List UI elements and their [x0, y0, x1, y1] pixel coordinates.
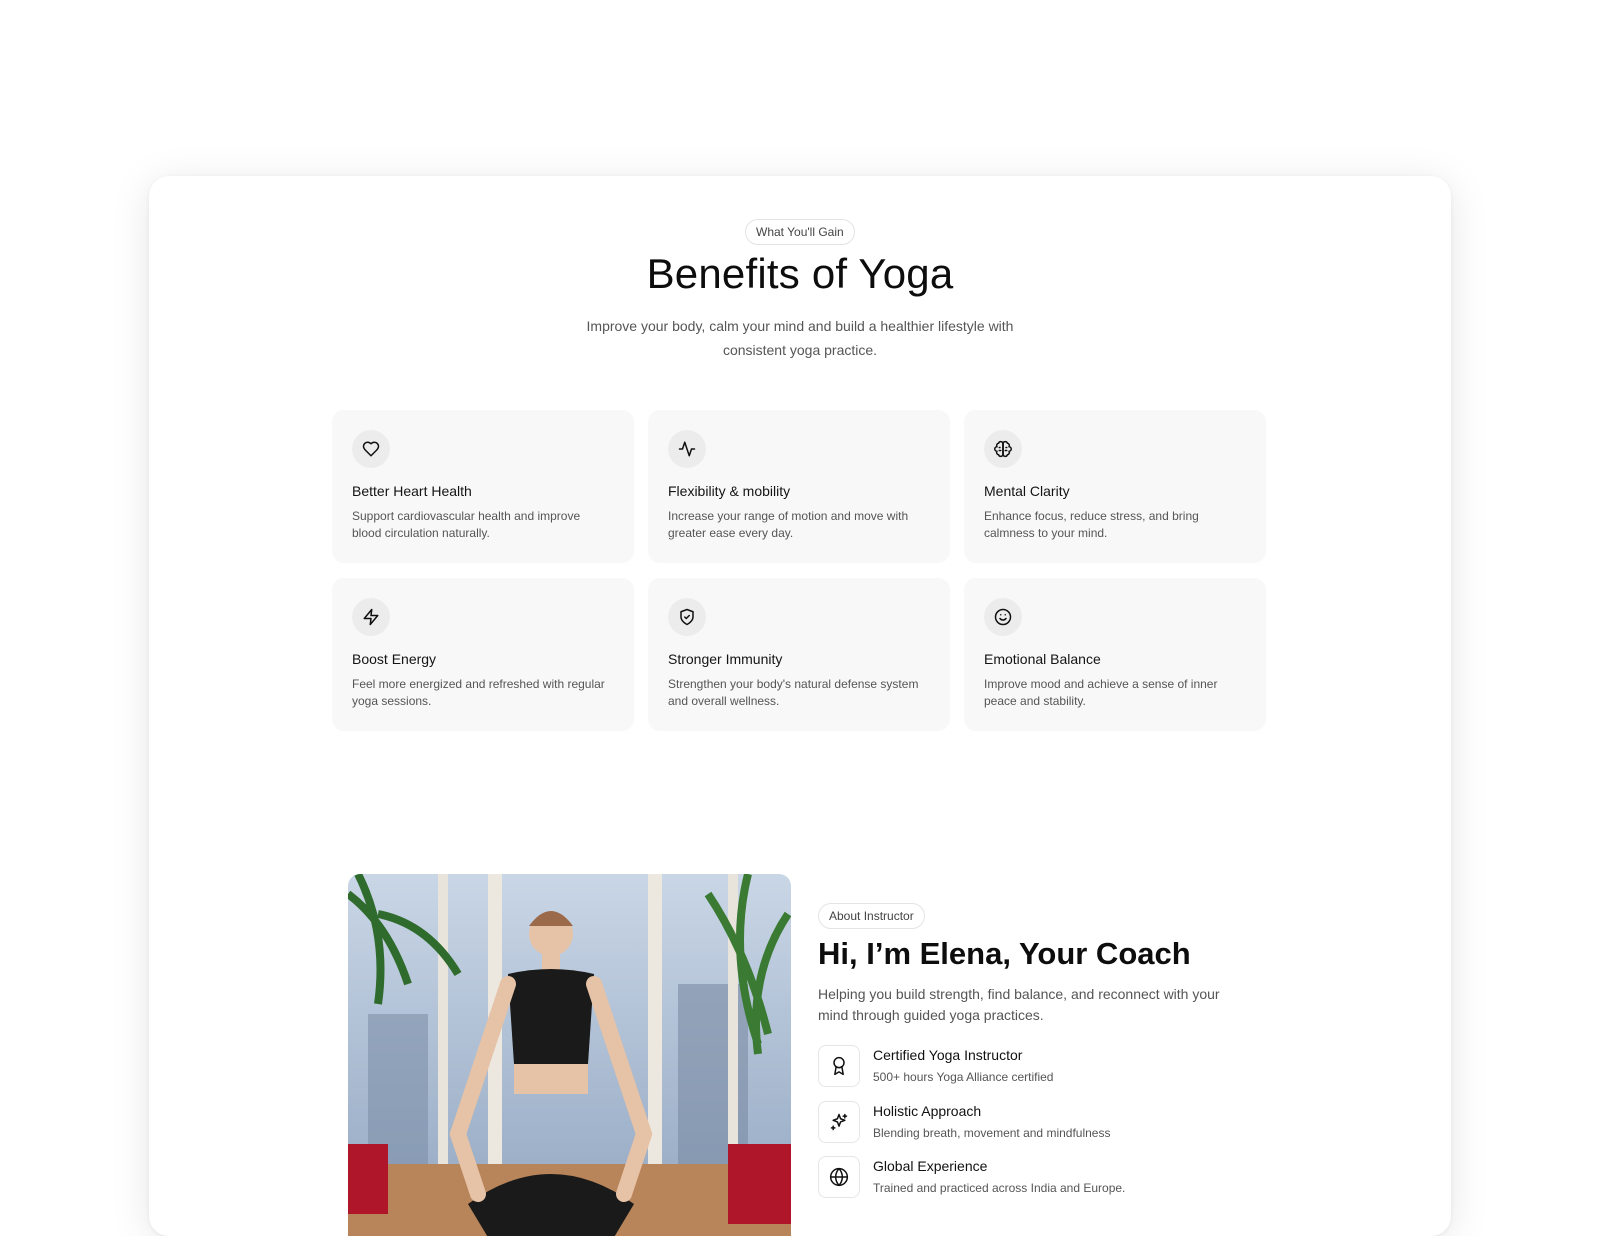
award-icon: [818, 1045, 860, 1087]
subtitle-line: Improve your body, calm your mind and bu…: [586, 318, 1014, 334]
feature-item: Certified Yoga Instructor 500+ hours Yog…: [818, 1045, 1125, 1088]
benefit-title: Boost Energy: [352, 651, 437, 667]
benefit-desc: Increase your range of motion and move w…: [668, 509, 909, 540]
benefit-desc: Feel more energized and refreshed with r…: [352, 677, 605, 708]
section-title: Benefits of Yoga: [646, 250, 954, 297]
section-subtitle: Improve your body, calm your mind and bu…: [149, 314, 1451, 362]
benefit-title: Emotional Balance: [984, 651, 1101, 667]
benefit-card-flexibility: Flexibility & mobility Increase your ran…: [648, 410, 950, 563]
benefit-card-energy: Boost Energy Feel more energized and ref…: [332, 578, 634, 731]
benefit-title: Better Heart Health: [352, 483, 472, 499]
feature-title: Certified Yoga Instructor: [873, 1047, 1023, 1063]
feature-title: Holistic Approach: [873, 1102, 982, 1119]
instructor-features: Certified Yoga Instructor 500+ hours Yog…: [818, 1045, 1125, 1212]
feature-desc: Blending breath, movement and mindfulnes…: [873, 1125, 1111, 1140]
shield-check-icon: [668, 598, 706, 636]
feature-title: Global Experience: [873, 1158, 988, 1174]
about-badge: About Instructor: [818, 903, 925, 929]
page-card: What You'll Gain Benefits of Yoga Improv…: [149, 176, 1451, 1236]
benefit-title: Flexibility & mobility: [668, 483, 791, 499]
zap-icon: [352, 598, 390, 636]
benefit-title: Stronger Immunity: [668, 651, 783, 667]
brain-icon: [984, 430, 1022, 468]
feature-desc: Trained and practiced across India and E…: [873, 1181, 1126, 1195]
instructor-photo: [348, 874, 791, 1236]
sparkles-icon: [818, 1100, 860, 1143]
benefit-card-heart: Better Heart Health Support cardiovascul…: [332, 410, 634, 563]
globe-icon: [818, 1156, 860, 1198]
activity-icon: [668, 430, 706, 468]
benefit-desc: Strengthen your body's natural defense s…: [668, 677, 919, 708]
benefit-desc: Enhance focus, reduce stress, and bring …: [984, 509, 1199, 540]
feature-item: Global Experience Trained and practiced …: [818, 1156, 1125, 1199]
benefit-card-emotional: Emotional Balance Improve mood and achie…: [964, 578, 1266, 731]
benefit-title: Mental Clarity: [984, 483, 1070, 499]
feature-item: Holistic Approach Blending breath, movem…: [818, 1100, 1125, 1144]
about-desc: Helping you build strength, find balance…: [818, 986, 1220, 1023]
benefit-desc: Improve mood and achieve a sense of inne…: [984, 677, 1218, 708]
benefit-card-mental: Mental Clarity Enhance focus, reduce str…: [964, 410, 1266, 563]
feature-desc: 500+ hours Yoga Alliance certified: [873, 1070, 1054, 1084]
smile-icon: [984, 598, 1022, 636]
benefit-card-immunity: Stronger Immunity Strengthen your body's…: [648, 578, 950, 731]
heart-icon: [352, 430, 390, 468]
subtitle-line: consistent yoga practice.: [722, 342, 878, 358]
section-badge: What You'll Gain: [745, 219, 855, 245]
benefits-grid: Better Heart Health Support cardiovascul…: [332, 410, 1266, 731]
about-title: Hi, I’m Elena, Your Coach: [818, 936, 1191, 971]
benefit-desc: Support cardiovascular health and improv…: [352, 509, 581, 540]
